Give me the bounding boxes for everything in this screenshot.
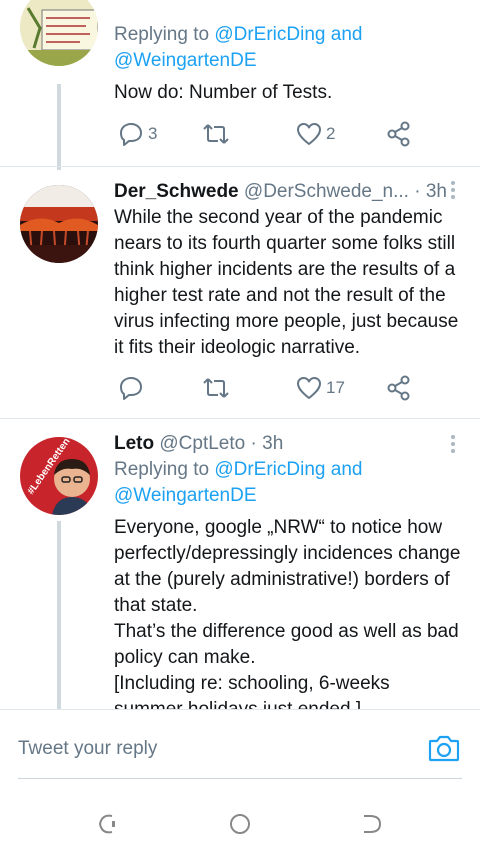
retweet-button[interactable] — [202, 371, 230, 405]
tweet-2[interactable]: Der_Schwede @DerSchwede_n... · 3h While … — [0, 167, 480, 417]
timeline: Replying to @DrEricDing and @WeingartenD… — [0, 0, 480, 709]
share-icon — [387, 375, 410, 401]
mention-link[interactable]: @WeingartenDE — [114, 50, 257, 71]
retweet-button[interactable] — [202, 117, 230, 151]
like-count: 2 — [326, 124, 336, 143]
thread-line — [57, 521, 61, 709]
and-text: and — [325, 459, 363, 480]
tweet-text: Now do: Number of Tests. — [114, 80, 462, 106]
input-underline — [18, 778, 462, 779]
mention-link[interactable]: @DrEricDing — [214, 24, 325, 45]
thread-line — [57, 84, 61, 170]
home-icon[interactable] — [228, 812, 252, 841]
handle[interactable]: @CptLeto — [159, 433, 245, 454]
tweet-text-paragraph: Everyone, google „NRW“ to notice how per… — [114, 517, 461, 616]
recent-apps-icon[interactable] — [96, 812, 120, 841]
tweet-text-paragraph: While the second year of the pandemic ne… — [114, 207, 459, 358]
share-icon — [387, 121, 410, 147]
replying-to-label: Replying to — [114, 24, 215, 45]
share-button[interactable] — [386, 117, 412, 151]
heart-icon — [297, 377, 321, 399]
separator-dot: · — [245, 433, 263, 454]
handle[interactable]: @DerSchwede_n... — [244, 181, 409, 202]
avatar[interactable]: #LebenRetten — [20, 437, 98, 515]
tweet-3[interactable]: #LebenRetten Leto @CptLeto · 3h Replying… — [0, 419, 480, 709]
mention-link[interactable]: @WeingartenDE — [114, 485, 257, 506]
heart-icon — [297, 123, 321, 145]
replying-to: Replying to @DrEricDing and @WeingartenD… — [114, 22, 462, 74]
display-name[interactable]: Der_Schwede — [114, 181, 239, 202]
tweet-actions: 17 — [114, 371, 434, 405]
tweet-text: Everyone, google „NRW“ to notice how per… — [114, 515, 462, 709]
like-button[interactable]: 17 — [296, 371, 345, 405]
reply-button[interactable]: 3 — [118, 117, 157, 151]
and-text: and — [325, 24, 363, 45]
tweet-text-paragraph: That’s the difference good as well as ba… — [114, 621, 459, 668]
reply-button[interactable] — [118, 371, 148, 405]
more-options-icon[interactable] — [448, 179, 458, 203]
tweet-text: While the second year of the pandemic ne… — [114, 205, 462, 361]
retweet-icon — [203, 124, 229, 144]
camera-icon[interactable] — [428, 734, 460, 767]
like-count: 17 — [326, 378, 345, 397]
reply-icon — [120, 377, 142, 400]
tweet-text-paragraph: Now do: Number of Tests. — [114, 82, 333, 103]
avatar[interactable] — [20, 0, 98, 66]
mention-link[interactable]: @DrEricDing — [214, 459, 325, 480]
share-button[interactable] — [386, 371, 412, 405]
retweet-icon — [203, 378, 229, 398]
tweet-header: Der_Schwede @DerSchwede_n... · 3h — [114, 179, 462, 205]
display-name[interactable]: Leto — [114, 433, 154, 454]
tweet-header: Leto @CptLeto · 3h — [114, 431, 462, 457]
timestamp: 3h — [425, 181, 447, 202]
replying-to: Replying to @DrEricDing and @WeingartenD… — [114, 457, 462, 509]
separator-dot: · — [408, 181, 426, 202]
like-button[interactable]: 2 — [296, 117, 335, 151]
reply-icon — [120, 123, 142, 146]
avatar[interactable] — [20, 185, 98, 263]
reply-count: 3 — [148, 124, 158, 143]
tweet-reply-input[interactable]: Tweet your reply — [18, 738, 157, 760]
replying-to-label: Replying to — [114, 459, 215, 480]
tweet-text-paragraph: [Including re: schooling, 6-weeks summer… — [114, 673, 390, 709]
tweet-actions: 3 2 — [114, 117, 434, 151]
tweet-1[interactable]: Replying to @DrEricDing and @WeingartenD… — [0, 0, 480, 170]
more-options-icon[interactable] — [448, 433, 458, 457]
back-icon[interactable] — [360, 812, 384, 841]
system-nav-bar — [0, 800, 480, 859]
timestamp: 3h — [262, 433, 284, 454]
